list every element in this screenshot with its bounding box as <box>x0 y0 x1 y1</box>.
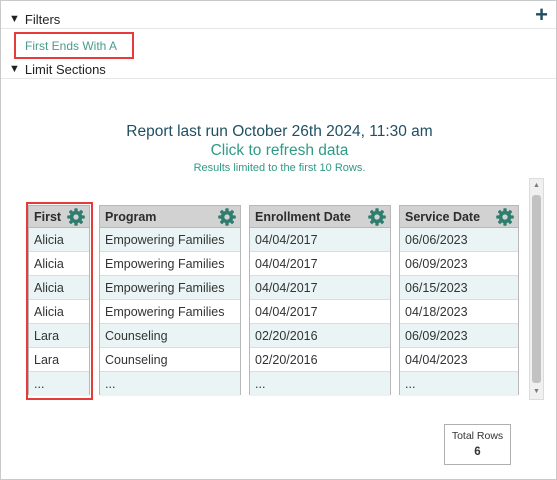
filter-chip-label: First Ends With A <box>25 38 118 53</box>
total-rows-value: 6 <box>474 446 481 458</box>
table-cell: Empowering Families <box>100 276 240 300</box>
column-service-date: Service Date 06/06/2023 06/09/2023 06/15… <box>399 205 519 396</box>
table-cell: 04/04/2017 <box>250 252 390 276</box>
table-cell: 06/09/2023 <box>400 252 518 276</box>
table-cell: 06/06/2023 <box>400 228 518 252</box>
limit-sections-toggle[interactable]: ▼ Limit Sections <box>1 58 106 80</box>
column-program: Program Empowering Families Empowering F… <box>99 205 241 396</box>
column-header-enrollment-date: Enrollment Date <box>250 206 390 228</box>
column-header-program: Program <box>100 206 240 228</box>
table-cell: 02/20/2016 <box>250 324 390 348</box>
total-rows-label: Total Rows <box>451 430 504 442</box>
gear-icon[interactable] <box>367 207 387 227</box>
plus-icon[interactable]: + <box>535 4 548 26</box>
column-header-label: Program <box>105 209 157 224</box>
table-cell: Counseling <box>100 324 240 348</box>
table-cell: Empowering Families <box>100 300 240 324</box>
vertical-scrollbar[interactable]: ▲ ▼ <box>529 178 544 400</box>
table-cell: Alicia <box>29 300 89 324</box>
filter-chip[interactable]: First Ends With A <box>14 32 134 59</box>
column-header-label: Service Date <box>405 209 481 224</box>
column-first: First Alicia Alicia Alicia Alicia Lara L… <box>28 205 90 396</box>
table-cell: 04/04/2017 <box>250 276 390 300</box>
report-panel: ▼ Filters + First Ends With A ▼ Limit Se… <box>0 0 557 480</box>
total-rows-box: Total Rows 6 <box>444 424 511 465</box>
limit-sections-label: Limit Sections <box>24 61 106 77</box>
table-cell: Alicia <box>29 228 89 252</box>
scroll-down-arrow-icon[interactable]: ▼ <box>530 385 543 399</box>
table-cell: Counseling <box>100 348 240 372</box>
table-cell: 02/20/2016 <box>250 348 390 372</box>
divider <box>1 28 556 29</box>
table-cell: 06/09/2023 <box>400 324 518 348</box>
gear-icon[interactable] <box>495 207 515 227</box>
report-last-run: Report last run October 26th 2024, 11:30… <box>126 123 433 140</box>
table-cell: Lara <box>29 348 89 372</box>
table-cell: ... <box>100 372 240 396</box>
gear-icon[interactable] <box>66 207 86 227</box>
scroll-thumb[interactable] <box>532 195 541 383</box>
table-cell: Empowering Families <box>100 228 240 252</box>
column-enrollment-date: Enrollment Date 04/04/2017 04/04/2017 04… <box>249 205 391 396</box>
filters-toggle[interactable]: ▼ Filters <box>1 8 60 30</box>
triangle-down-icon: ▼ <box>9 12 20 25</box>
table-cell: Alicia <box>29 252 89 276</box>
refresh-link[interactable]: Click to refresh data <box>1 142 557 160</box>
table-cell: 04/04/2023 <box>400 348 518 372</box>
table-cell: 06/15/2023 <box>400 276 518 300</box>
table-cell: 04/04/2017 <box>250 228 390 252</box>
column-header-label: Enrollment Date <box>255 209 351 224</box>
table-cell: 04/18/2023 <box>400 300 518 324</box>
divider <box>1 78 556 79</box>
column-header-label: First <box>34 209 62 224</box>
filters-label: Filters <box>24 11 61 27</box>
table-cell: 04/04/2017 <box>250 300 390 324</box>
table-cell: ... <box>29 372 89 396</box>
triangle-down-icon: ▼ <box>9 62 20 75</box>
table-cell: Lara <box>29 324 89 348</box>
scroll-up-arrow-icon[interactable]: ▲ <box>530 179 543 193</box>
results-limited-note: Results limited to the first 10 Rows. <box>193 162 366 174</box>
column-header-service-date: Service Date <box>400 206 518 228</box>
column-header-first: First <box>29 206 89 228</box>
table-cell: Empowering Families <box>100 252 240 276</box>
table-cell: ... <box>400 372 518 396</box>
table-cell: Alicia <box>29 276 89 300</box>
table-cell: ... <box>250 372 390 396</box>
gear-icon[interactable] <box>217 207 237 227</box>
